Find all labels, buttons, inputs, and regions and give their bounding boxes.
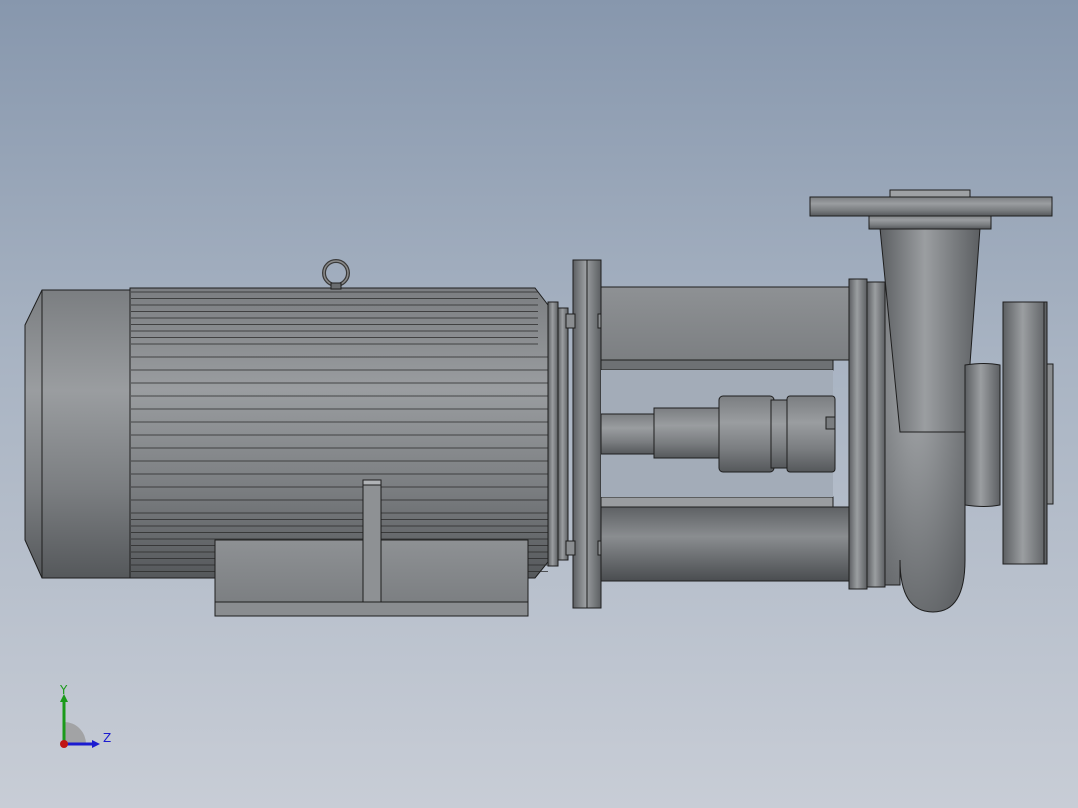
coupling[interactable]	[718, 395, 775, 473]
bearing-bracket[interactable]	[565, 259, 852, 609]
triad-arc	[64, 722, 86, 744]
z-axis-label: Z	[103, 731, 111, 745]
discharge-flange[interactable]	[809, 196, 1053, 217]
pump-assembly-model[interactable]	[0, 0, 1078, 808]
coordinate-triad: Y Z	[59, 684, 111, 748]
cad-viewport[interactable]: Y Z	[0, 0, 1078, 808]
x-axis-origin	[60, 740, 68, 748]
bolt-head	[565, 313, 576, 329]
foot-rib	[362, 479, 382, 603]
motor-end-cap[interactable]	[24, 289, 131, 579]
shaft[interactable]	[600, 413, 657, 455]
y-axis-label: Y	[59, 684, 68, 697]
suction-flange[interactable]	[1002, 301, 1048, 565]
casing-cover[interactable]	[848, 278, 868, 590]
motor[interactable]	[24, 259, 569, 617]
motor-finned-frame[interactable]	[129, 287, 549, 579]
bolt-head	[565, 540, 576, 556]
